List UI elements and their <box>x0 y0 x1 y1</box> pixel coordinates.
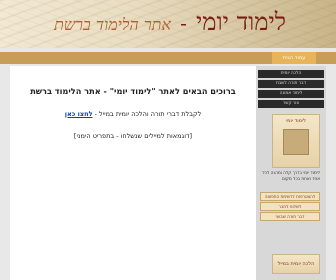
site-title-main: לימוד יומי <box>195 8 286 36</box>
subscribe-line: לקבלת דברי תורה והלכה יומית במייל - לחצו… <box>10 110 256 118</box>
site-title-sub: אתר הלימוד ברשת <box>54 15 172 34</box>
scroll-card-title: לימוד יומי <box>285 118 307 124</box>
site-title-separator: - <box>180 11 187 35</box>
top-navbar: עמוד הבית <box>0 52 336 64</box>
site-title: לימוד יומי - אתר הלימוד ברשת <box>54 8 286 37</box>
weekly-torah-link[interactable]: דבר תורה שבועי <box>260 212 320 221</box>
scroll-image <box>283 129 309 155</box>
sidebar-item-emuna[interactable]: לימוד אמונה <box>258 90 324 98</box>
bottom-scroll-card[interactable]: הלכה יומית במייל <box>272 254 320 274</box>
join-mailing-list-link[interactable]: להצטרפות לרשימת התפוצה <box>260 192 320 201</box>
main-content: ברוכים הבאים לאתר "לימוד יומי" - אתר הלי… <box>10 66 256 280</box>
examples-note: [דוגמאות למיילים שנשלחו - בתפריט הימני] <box>73 132 193 140</box>
tab-home[interactable]: עמוד הבית <box>272 52 316 64</box>
scroll-card[interactable]: לימוד יומי <box>272 114 320 168</box>
send-to-friend-link[interactable]: לשלוח לחבר <box>260 202 320 211</box>
bottom-scroll-card-title: הלכה יומית במייל <box>277 261 315 267</box>
sidebar-item-shabbat-torah[interactable]: דבר תורה לשבת <box>258 80 324 88</box>
welcome-heading: ברוכים הבאים לאתר "לימוד יומי" - אתר הלי… <box>30 86 236 96</box>
sidebar-description: לימוד יומי בדרך קלה ומהנה לכל אחד ואחת ב… <box>262 170 320 181</box>
subscribe-link[interactable]: לחצו כאן <box>65 110 93 118</box>
sidebar-item-daily-halacha[interactable]: הלכה יומית <box>258 70 324 78</box>
sidebar-item-contact[interactable]: צור קשר <box>258 100 324 108</box>
subscribe-text: לקבלת דברי תורה והלכה יומית במייל - <box>92 110 202 118</box>
right-sidebar: הלכה יומית דבר תורה לשבת לימוד אמונה צור… <box>256 66 326 280</box>
site-header: לימוד יומי - אתר הלימוד ברשת <box>0 0 336 48</box>
